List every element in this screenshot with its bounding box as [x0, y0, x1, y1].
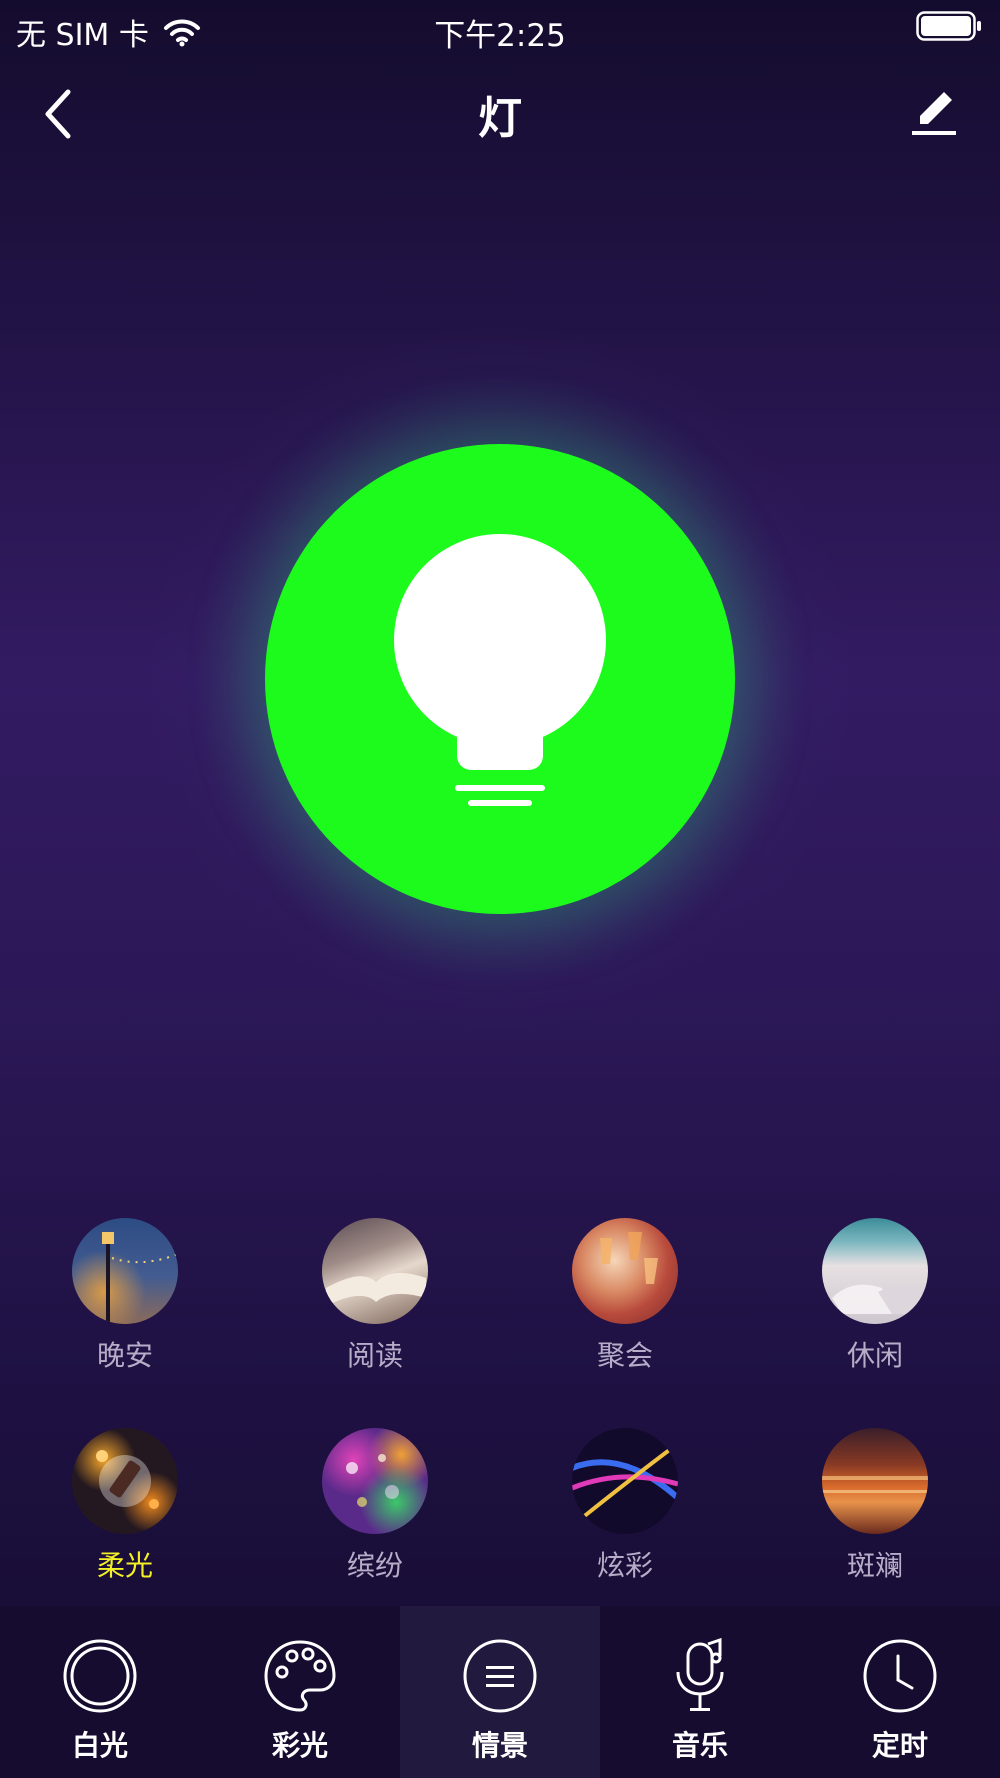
- scene-label: 聚会: [596, 1339, 653, 1372]
- scene-dazzle[interactable]: 炫彩: [535, 1428, 715, 1584]
- scene-thumb: [822, 1218, 928, 1324]
- scene-thumb: [322, 1428, 428, 1534]
- beach-chair-icon: [832, 1284, 926, 1314]
- scene-label: 阅读: [346, 1339, 403, 1372]
- scene-reading[interactable]: 阅读: [285, 1218, 465, 1374]
- microphone-icon: [676, 1638, 724, 1711]
- city-lights-icon: [822, 1476, 928, 1493]
- nav-bar: 灯: [0, 64, 1000, 160]
- status-time: 下午2:25: [434, 18, 566, 54]
- tab-label: 白光: [71, 1729, 128, 1762]
- bulb-toggle-button[interactable]: [265, 444, 735, 914]
- bokeh-icon: [346, 1454, 399, 1507]
- scene-label: 晚安: [96, 1339, 153, 1372]
- ring-icon: [63, 1639, 137, 1713]
- scene-soft-light[interactable]: 柔光: [35, 1428, 215, 1584]
- scene-thumb: [72, 1218, 178, 1324]
- street-lamp-icon: [102, 1232, 178, 1324]
- glasses-icon: [600, 1232, 658, 1284]
- page-title: 灯: [478, 93, 522, 144]
- scene-label: 斑斓: [846, 1549, 903, 1582]
- tab-scene[interactable]: 情景: [400, 1606, 600, 1778]
- tab-timer[interactable]: 定时: [800, 1606, 1000, 1778]
- scene-good-night[interactable]: 晚安: [35, 1218, 215, 1374]
- scene-label: 缤纷: [346, 1549, 403, 1582]
- scene-leisure[interactable]: 休闲: [785, 1218, 965, 1374]
- edit-icon[interactable]: [908, 88, 960, 140]
- light-streaks-icon: [572, 1446, 678, 1520]
- battery-icon: [916, 11, 981, 41]
- tab-label: 定时: [871, 1729, 928, 1762]
- tab-bar: 白光 彩光 情景 音乐 定时: [0, 1606, 1000, 1778]
- tab-label: 彩光: [271, 1729, 328, 1762]
- status-bar: 无 SIM 卡 下午2:25: [0, 0, 1000, 58]
- scene-thumb: [322, 1218, 428, 1324]
- clock-icon: [863, 1639, 937, 1713]
- tab-label: 音乐: [671, 1729, 728, 1762]
- book-icon: [326, 1272, 426, 1306]
- scene-label: 休闲: [846, 1339, 903, 1372]
- tab-music[interactable]: 音乐: [600, 1606, 800, 1778]
- scene-party[interactable]: 聚会: [535, 1218, 715, 1374]
- scene-gorgeous[interactable]: 斑斓: [785, 1428, 965, 1584]
- candle-icon: [96, 1450, 159, 1509]
- palette-icon: [264, 1640, 336, 1712]
- scene-thumb: [572, 1428, 678, 1534]
- tab-label: 情景: [471, 1729, 528, 1762]
- tab-white-light[interactable]: 白光: [0, 1606, 200, 1778]
- scene-thumb: [72, 1428, 178, 1534]
- tab-color-light[interactable]: 彩光: [200, 1606, 400, 1778]
- scene-label: 炫彩: [596, 1549, 653, 1582]
- scene-label: 柔光: [96, 1549, 153, 1582]
- scene-thumb: [822, 1428, 928, 1534]
- menu-lines-icon: [463, 1639, 537, 1713]
- scene-thumb: [572, 1218, 678, 1324]
- scene-colorful[interactable]: 缤纷: [285, 1428, 465, 1584]
- lightbulb-icon: [394, 534, 606, 806]
